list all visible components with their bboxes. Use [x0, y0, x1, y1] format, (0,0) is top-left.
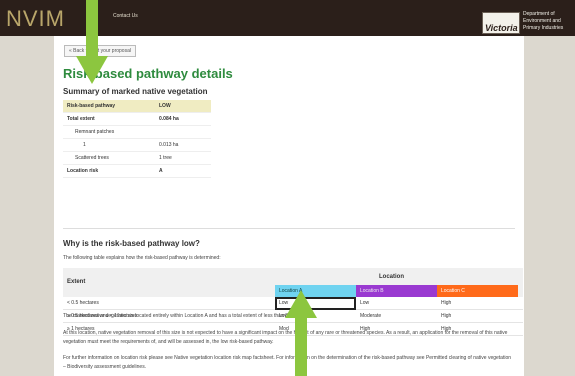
summary-key: Risk-based pathway: [67, 103, 116, 109]
summary-value: A: [159, 168, 163, 174]
summary-key: Scattered trees: [75, 155, 109, 161]
nvim-logo[interactable]: NVIM: [6, 6, 65, 32]
summary-key: 1: [83, 142, 86, 148]
summary-value: 0.084 ha: [159, 116, 179, 122]
department-line-1: Department of: [523, 11, 555, 17]
summary-key: Location risk: [67, 168, 99, 174]
summary-value: 0.013 ha: [159, 142, 179, 148]
summary-row: Scattered trees 1 tree: [63, 152, 211, 165]
department-name: Department of Environment and Primary In…: [523, 11, 563, 32]
summary-row: Risk-based pathway LOW: [63, 100, 211, 113]
location-b-header: Location B: [356, 285, 437, 297]
summary-key: Remnant patches: [75, 129, 115, 135]
victoria-logo: Victoria: [482, 12, 520, 34]
summary-row: 1 0.013 ha: [63, 139, 211, 152]
down-arrow-icon: [76, 0, 108, 84]
extent-cell: < 0.5 hectares: [67, 300, 99, 306]
department-line-2: Environment and: [523, 18, 561, 24]
department-line-3: Primary Industries: [523, 25, 564, 31]
up-arrow-icon: [285, 290, 317, 376]
summary-value: LOW: [159, 103, 171, 109]
summary-row: Remnant patches: [63, 126, 211, 139]
why-title: Why is the risk-based pathway low?: [63, 239, 200, 248]
section-divider: [63, 228, 515, 229]
summary-row: Location risk A: [63, 165, 211, 178]
summary-value: 1 tree: [159, 155, 172, 161]
summary-row: Total extent 0.084 ha: [63, 113, 211, 126]
why-explanation: The following table explains how the ris…: [63, 255, 221, 261]
summary-title: Summary of marked native vegetation: [63, 87, 208, 96]
location-c-header: Location C: [437, 285, 518, 297]
location-b-cell: Low: [360, 300, 370, 306]
summary-table: Risk-based pathway LOW Total extent 0.08…: [63, 100, 211, 178]
extent-header: Extent: [67, 279, 86, 285]
summary-key: Total extent: [67, 116, 95, 122]
victoria-logo-text: Victoria: [485, 23, 518, 33]
location-header: Location: [379, 274, 404, 280]
contact-us-link[interactable]: Contact Us: [113, 13, 138, 19]
location-c-cell: High: [441, 300, 452, 306]
